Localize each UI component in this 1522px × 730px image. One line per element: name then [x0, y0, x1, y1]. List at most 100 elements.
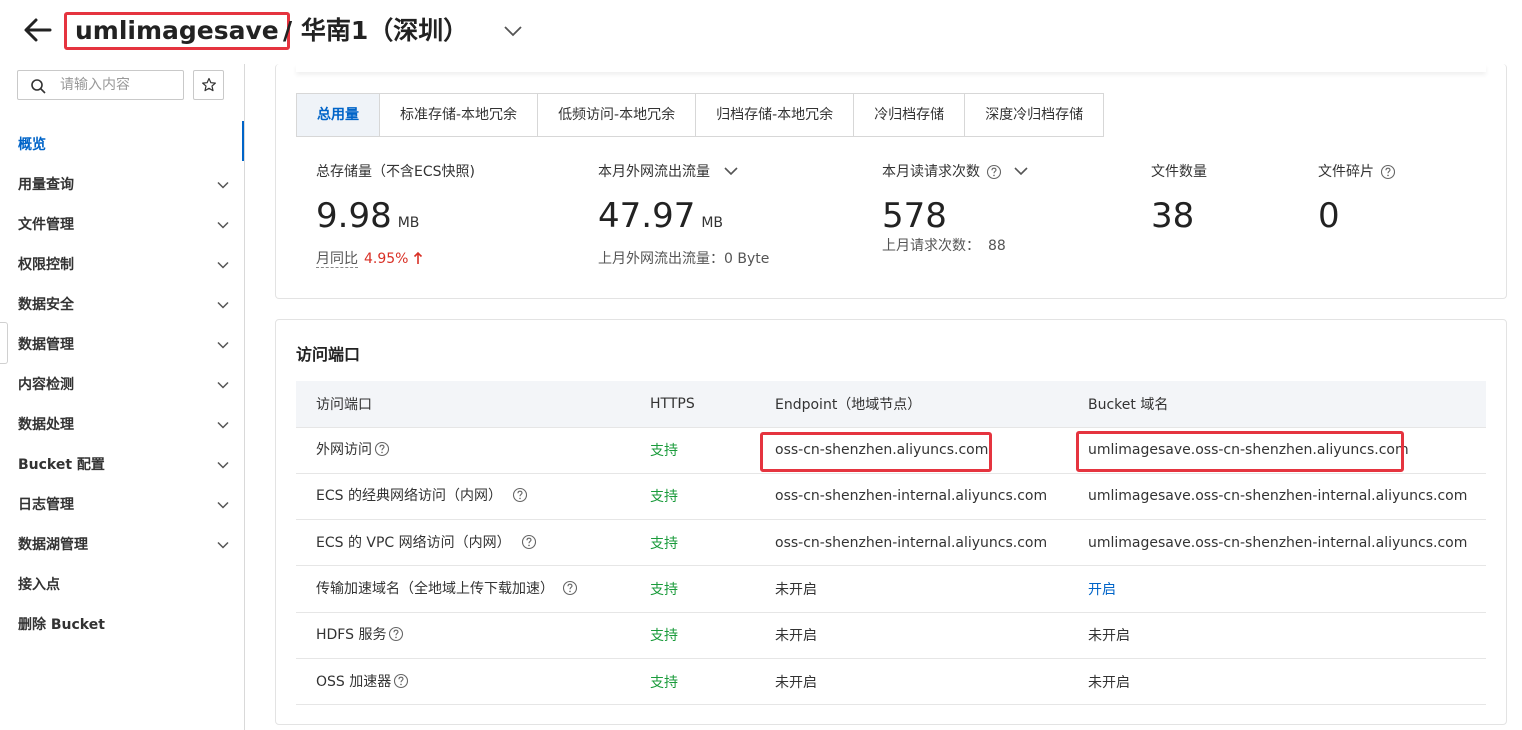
sidebar-item[interactable]: Bucket 配置	[0, 445, 244, 485]
stat-outbound-sub: 上月外网流出流量：0 Byte	[598, 251, 770, 267]
enable-link[interactable]: 开启	[1088, 582, 1116, 598]
search-input[interactable]	[60, 75, 178, 95]
stat-requests: 本月读请求次数 578 上月请求次数： 88	[882, 162, 1032, 256]
stat-files: 文件数量 38	[1151, 162, 1207, 236]
stat-fragments: 文件碎片 0	[1318, 162, 1396, 236]
stat-fragments-value: 0	[1318, 196, 1340, 236]
port-cell: 外网访问	[296, 427, 630, 474]
chevron-down-icon	[217, 341, 229, 349]
sidebar-item[interactable]: 内容检测	[0, 365, 244, 405]
port-cell: ECS 的经典网络访问（内网）	[296, 473, 630, 521]
https-cell: 支持	[630, 658, 755, 706]
sidebar-item[interactable]: 用量查询	[0, 165, 244, 205]
https-cell: 支持	[630, 427, 755, 474]
https-cell: 支持	[630, 565, 755, 613]
stat-outbound-value: 47.97 MB	[598, 196, 724, 236]
chevron-down-icon	[217, 381, 229, 389]
sidebar-item[interactable]: 数据湖管理	[0, 525, 244, 565]
stat-files-title: 文件数量	[1151, 164, 1207, 180]
sidebar-item[interactable]: 日志管理	[0, 485, 244, 525]
sidebar-item-label: 概览	[18, 137, 46, 153]
domain-cell: umlimagesave.oss-cn-shenzhen-internal.al…	[1068, 473, 1486, 521]
tab-usage[interactable]: 归档存储-本地冗余	[696, 94, 855, 136]
tab-usage[interactable]: 标准存储-本地冗余	[380, 94, 539, 136]
domain-cell: 未开启	[1068, 658, 1486, 706]
mom-value: 4.95%	[364, 251, 409, 267]
stat-outbound: 本月外网流出流量 47.97 MB 上月外网流出流量：0 Byte	[598, 162, 769, 269]
help-icon[interactable]	[986, 164, 1002, 180]
help-icon[interactable]	[374, 441, 390, 457]
port-cell: HDFS 服务	[296, 612, 630, 659]
tab-usage[interactable]: 冷归档存储	[854, 94, 966, 136]
sidebar-item[interactable]: 接入点	[0, 565, 244, 605]
stat-storage: 总存储量（不含ECS快照) 9.98 MB 月同比 4.95%	[316, 162, 475, 269]
help-icon[interactable]	[1380, 164, 1396, 180]
sidebar-item[interactable]: 删除 Bucket	[0, 605, 244, 645]
help-icon[interactable]	[562, 580, 578, 596]
sidebar-item-label: 权限控制	[18, 257, 74, 273]
stat-fragments-title: 文件碎片	[1318, 164, 1374, 180]
stat-requests-value: 578	[882, 196, 947, 236]
tab-usage[interactable]: 深度冷归档存储	[965, 94, 1104, 136]
sidebar-item-label: 数据管理	[18, 337, 74, 353]
page-header: umlimagesave / 华南1（深圳）	[0, 0, 1522, 64]
sidebar-item[interactable]: 数据管理	[0, 325, 244, 365]
domain-cell[interactable]: 开启	[1068, 565, 1486, 613]
stat-requests-sub: 上月请求次数： 88	[882, 238, 1006, 254]
table-header-row: 访问端口 HTTPS Endpoint（地域节点） Bucket 域名	[296, 381, 1486, 428]
chevron-down-icon	[217, 181, 229, 189]
table-row: ECS 的经典网络访问（内网） 支持 oss-cn-shenzhen-interna…	[296, 473, 1486, 521]
sidebar-search[interactable]	[17, 70, 184, 100]
star-icon	[202, 77, 216, 92]
https-cell: 支持	[630, 519, 755, 567]
tab-usage[interactable]: 总用量	[297, 94, 380, 136]
sidebar-item-label: Bucket 配置	[18, 457, 105, 473]
sidebar-item-label: 数据处理	[18, 417, 74, 433]
domain-cell: umlimagesave.oss-cn-shenzhen.aliyuncs.co…	[1068, 427, 1486, 474]
stat-storage-value: 9.98 MB	[316, 196, 420, 236]
endpoint-cell: 未开启	[755, 565, 1068, 613]
stat-requests-title: 本月读请求次数	[882, 164, 980, 180]
chevron-down-icon	[217, 461, 229, 469]
table-row: 传输加速域名（全地域上传下载加速） 支持 未开启 开启	[296, 565, 1486, 613]
port-cell: 传输加速域名（全地域上传下载加速）	[296, 565, 630, 613]
column-header: Endpoint（地域节点）	[755, 381, 1068, 428]
chevron-down-icon	[217, 261, 229, 269]
chevron-down-icon	[217, 221, 229, 229]
sidebar-item[interactable]: 概览	[0, 121, 244, 165]
help-icon[interactable]	[388, 626, 404, 642]
back-arrow-icon[interactable]	[22, 14, 54, 46]
column-header: 访问端口	[296, 381, 630, 428]
help-icon[interactable]	[393, 673, 409, 689]
table-row: 外网访问 支持 oss-cn-shenzhen.aliyuncs.com umlima…	[296, 427, 1486, 474]
sidebar-item-label: 日志管理	[18, 497, 74, 513]
sidebar-item-label: 接入点	[18, 577, 60, 593]
https-cell: 支持	[630, 473, 755, 521]
favorite-button[interactable]	[193, 70, 224, 100]
sidebar-item[interactable]: 权限控制	[0, 245, 244, 285]
usage-tabs: 总用量 标准存储-本地冗余 低频访问-本地冗余 归档存储-本地冗余 冷归档存储 深度冷归档…	[296, 93, 1105, 137]
mom-label[interactable]: 月同比	[316, 251, 358, 268]
domain-cell: umlimagesave.oss-cn-shenzhen-internal.al…	[1068, 519, 1486, 567]
column-header: HTTPS	[630, 381, 755, 428]
stat-files-value: 38	[1151, 196, 1195, 236]
chevron-down-icon	[217, 301, 229, 309]
sidebar-collapse-handle[interactable]	[0, 322, 8, 364]
chevron-down-icon[interactable]	[1010, 164, 1032, 180]
arrow-up-icon	[413, 251, 423, 264]
sidebar-item-label: 数据安全	[18, 297, 74, 313]
search-icon	[31, 79, 46, 94]
sidebar-item[interactable]: 数据安全	[0, 285, 244, 325]
help-icon[interactable]	[521, 534, 537, 550]
chevron-down-icon	[217, 421, 229, 429]
chevron-down-icon[interactable]	[720, 164, 742, 180]
stat-storage-title: 总存储量（不含ECS快照)	[316, 164, 475, 180]
table-row: OSS 加速器 支持 未开启 未开启	[296, 658, 1486, 706]
sidebar-item-label: 数据湖管理	[18, 537, 88, 553]
chevron-down-icon[interactable]	[502, 20, 524, 42]
sidebar-item[interactable]: 数据处理	[0, 405, 244, 445]
sidebar-item[interactable]: 文件管理	[0, 205, 244, 245]
help-icon[interactable]	[512, 487, 528, 503]
port-cell: OSS 加速器	[296, 658, 630, 706]
tab-usage[interactable]: 低频访问-本地冗余	[538, 94, 697, 136]
